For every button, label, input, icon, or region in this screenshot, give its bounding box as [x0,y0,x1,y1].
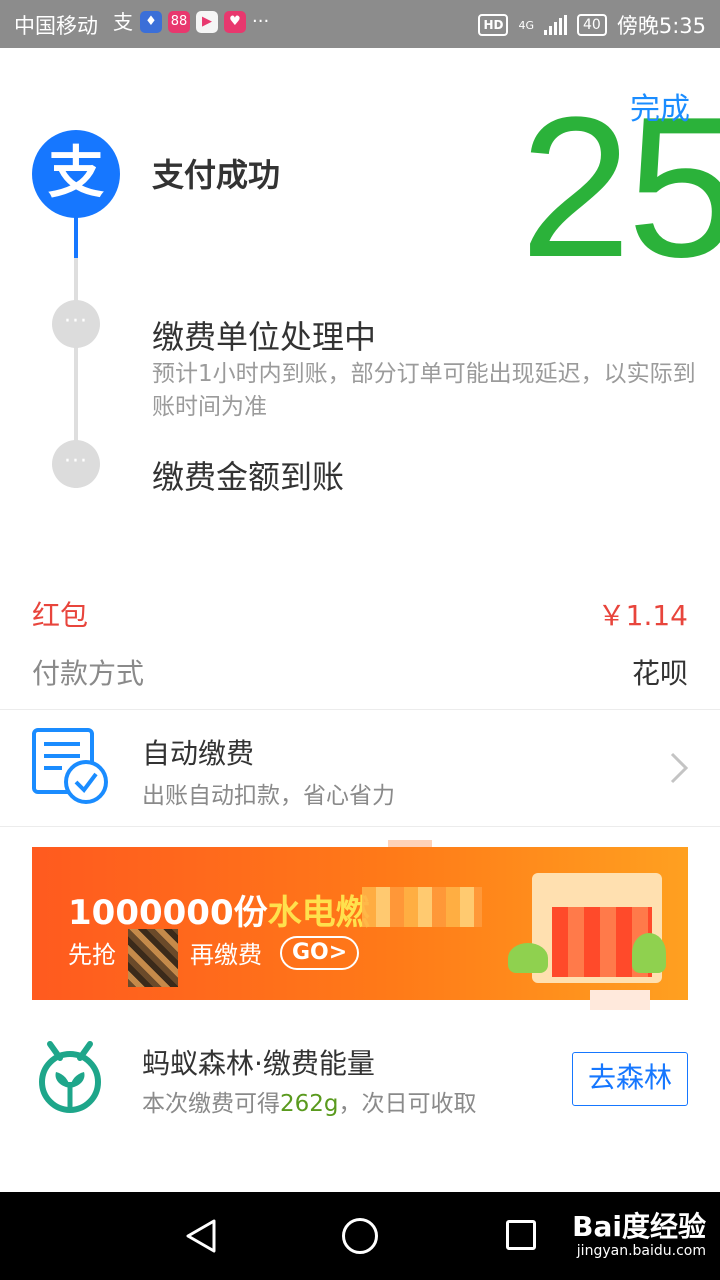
more-dots-icon: ··· [52,440,100,488]
promo-banner[interactable]: 1000000份水电燃 先抢 再缴费 GO> [32,847,688,1000]
forest-energy-amount: 262g [280,1091,339,1117]
watermark-main: Bai度经验 [572,1210,706,1243]
home-icon[interactable] [342,1218,378,1254]
forest-sub-prefix: 本次缴费可得 [142,1091,280,1117]
app-notification-icon: 88 [168,11,190,33]
system-nav-bar: Bai度经验 jingyan.baidu.com [0,1192,720,1280]
video-notification-icon: ▶ [196,11,218,33]
signal-icon [544,15,567,35]
app-notification-icon: ♦ [140,11,162,33]
go-forest-button[interactable]: 去森林 [572,1052,688,1106]
shop-notification-icon: ♥ [224,11,246,33]
watermark-url: jingyan.baidu.com [576,1243,706,1259]
status-bar: 中国移动 支 ♦ 88 ▶ ♥ ··· HD 4G 40 傍晚5:35 [0,0,720,48]
back-icon[interactable] [184,1218,218,1254]
banner-subline-suffix: 再缴费 [190,941,262,969]
auto-pay-title: 自动缴费 [142,737,255,770]
clock: 傍晚5:35 [616,14,706,38]
payment-status-section: 支 支付成功 ··· 缴费单位处理中 预计1小时内到账，部分订单可能出现延迟，以… [0,48,720,568]
banner-subline: 先抢 再缴费 GO> [68,935,360,970]
overlay-number: 25 [520,76,720,299]
red-packet-label: 红包 [32,599,89,632]
forest-subtitle: 本次缴费可得262g，次日可收取 [142,1084,477,1118]
auto-pay-entry[interactable]: 自动缴费 出账自动扣款，省心省力 [0,710,720,826]
step-payment-success: 支付成功 [152,156,281,194]
notification-icons: 支 ♦ 88 ▶ ♥ ··· [112,11,269,33]
timeline-line-active [74,216,78,258]
banner-headline: 1000000份水电燃 [68,885,370,934]
forest-sub-suffix: ，次日可收取 [338,1091,477,1117]
baidu-jingyan-watermark: Bai度经验 jingyan.baidu.com [572,1212,706,1260]
red-packet-row: 红包 ￥1.14 [0,592,720,636]
red-packet-amount: ￥1.14 [597,599,688,632]
forest-sprout-icon [39,1041,101,1113]
more-dots-icon: ··· [52,300,100,348]
step-arrival-title: 缴费金额到账 [152,458,345,496]
network-type: 4G [518,18,534,32]
step-processing-title: 缴费单位处理中 [152,318,377,356]
banner-blurred-text [362,887,482,927]
banner-plant-decoration [508,943,548,973]
more-notifications-icon: ··· [252,11,270,32]
payment-method-row: 付款方式 花呗 [0,650,720,694]
auto-pay-check-icon [32,728,108,804]
banner-blurred-image [128,929,178,987]
divider [0,826,720,827]
step-processing-description: 预计1小时内到账，部分订单可能出现延迟，以实际到账时间为准 [152,361,696,420]
hd-badge: HD [478,14,509,36]
battery-icon: 40 [577,14,607,36]
banner-headline-highlight: 水电燃 [267,893,370,933]
payment-method-value: 花呗 [631,657,688,690]
alipay-notification-icon: 支 [113,10,133,34]
banner-subline-prefix: 先抢 [68,941,116,969]
banner-decoration [590,990,650,1010]
status-right: HD 4G 40 傍晚5:35 [478,10,706,40]
chevron-right-icon [670,752,689,784]
ant-forest-entry: 蚂蚁森林·缴费能量 本次缴费可得262g，次日可收取 去森林 [0,1022,720,1132]
carrier-label: 中国移动 [14,14,98,38]
auto-pay-subtitle: 出账自动扣款，省心省力 [142,783,395,809]
recent-apps-icon[interactable] [506,1220,536,1250]
banner-headline-prefix: 1000000份 [68,893,268,933]
banner-go-button[interactable]: GO> [280,935,360,970]
forest-title: 蚂蚁森林·缴费能量 [142,1047,375,1080]
done-button[interactable]: 完成 [630,84,690,128]
banner-plant-decoration [632,933,666,973]
payment-method-label: 付款方式 [32,657,145,690]
alipay-logo-icon: 支 [32,130,120,218]
